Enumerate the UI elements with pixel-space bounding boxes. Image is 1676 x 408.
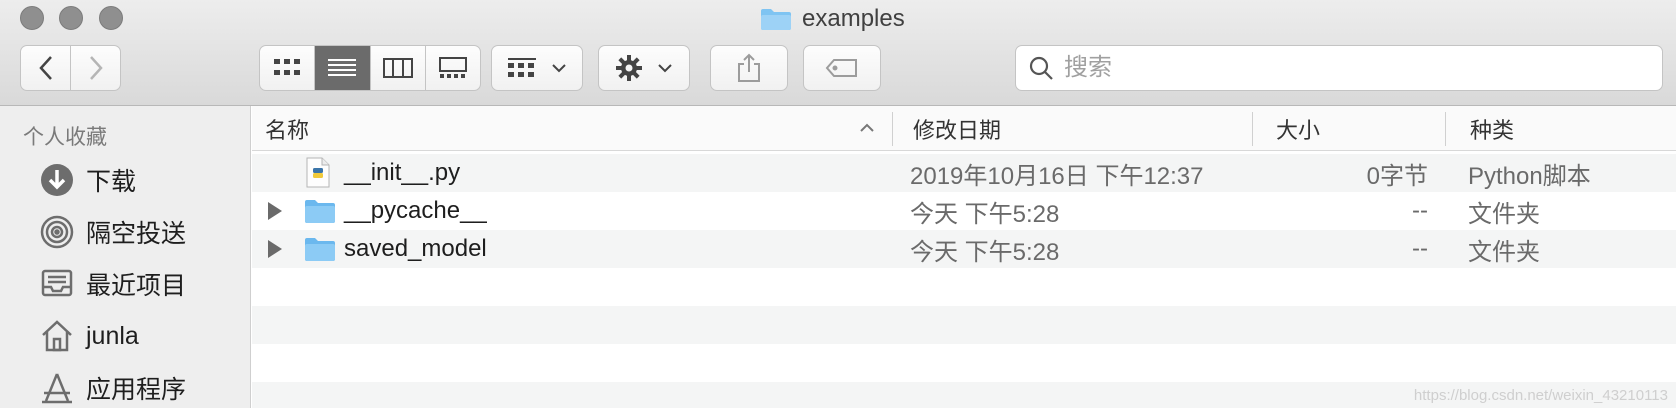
column-header-modified[interactable]: 修改日期: [913, 106, 1001, 151]
file-row[interactable]: __init__.py 2019年10月16日 下午12:37 0字节 Pyth…: [252, 154, 1676, 192]
sidebar-item-downloads[interactable]: 下载: [38, 158, 248, 202]
disclosure-triangle-icon[interactable]: [268, 202, 282, 220]
column-header-kind-label: 种类: [1470, 117, 1515, 143]
chevron-right-icon: [89, 56, 103, 80]
window-title: examples: [760, 4, 905, 34]
toolbar: examples: [0, 0, 1676, 106]
file-modified: 今天 下午5:28: [910, 200, 1060, 228]
disclosure-triangle-icon[interactable]: [268, 240, 282, 258]
python-file-icon: [306, 157, 330, 188]
file-name: saved_model: [344, 235, 487, 262]
sidebar-item-applications[interactable]: 应用程序: [38, 366, 248, 408]
chevron-down-icon: [658, 64, 672, 73]
folder-icon: [305, 238, 335, 261]
applications-icon: [38, 369, 76, 407]
empty-row: [252, 344, 1676, 382]
column-header-row: 名称 修改日期 大小 种类: [252, 106, 1676, 151]
file-size: --: [1412, 197, 1428, 224]
minimize-window-button[interactable]: [59, 6, 83, 30]
file-kind: 文件夹: [1468, 200, 1540, 228]
chevron-left-icon: [38, 56, 52, 80]
window-title-text: examples: [802, 5, 905, 32]
column-header-name-label: 名称: [265, 117, 310, 143]
gear-icon: [616, 55, 642, 81]
file-list: 名称 修改日期 大小 种类 __init__.py 2019年10月16日 下午…: [252, 106, 1676, 408]
search-field[interactable]: [1015, 45, 1663, 91]
sidebar-item-recents[interactable]: 最近项目: [38, 262, 248, 306]
list-icon: [328, 59, 357, 76]
gallery-view-button[interactable]: [426, 46, 480, 90]
column-header-name[interactable]: 名称: [265, 106, 309, 151]
tags-button[interactable]: [803, 45, 881, 91]
view-mode-control: [259, 45, 481, 91]
search-input[interactable]: [1064, 54, 1624, 82]
action-button[interactable]: [598, 45, 690, 91]
sidebar-heading-favorites: 个人收藏: [23, 126, 107, 149]
file-kind: Python脚本: [1468, 162, 1591, 190]
file-name: __pycache__: [344, 197, 487, 224]
file-modified: 今天 下午5:28: [910, 238, 1060, 266]
file-name: __init__.py: [344, 159, 461, 186]
group-icon: [508, 58, 536, 77]
zoom-window-button[interactable]: [99, 6, 123, 30]
download-icon: [38, 161, 76, 199]
finder-window: examples 搜索 个人收藏 下载 隔空投送 最近项目 junla 应用程序…: [0, 0, 1676, 408]
column-divider[interactable]: [892, 112, 893, 146]
empty-row: [252, 268, 1676, 306]
file-modified: 2019年10月16日 下午12:37: [910, 162, 1204, 190]
column-divider[interactable]: [1252, 112, 1253, 146]
sidebar-item-label: junla: [86, 321, 139, 350]
folder-icon: [761, 9, 791, 30]
home-icon: [38, 317, 76, 355]
tag-icon: [825, 59, 857, 77]
column-header-size[interactable]: 大小: [1276, 106, 1320, 151]
sidebar: 个人收藏 下载 隔空投送 最近项目 junla 应用程序: [0, 106, 251, 408]
sidebar-item-airdrop[interactable]: 隔空投送: [38, 210, 248, 254]
chevron-down-icon: [552, 64, 566, 73]
sort-ascending-icon: [860, 123, 874, 132]
column-view-button[interactable]: [371, 46, 426, 90]
forward-button[interactable]: [70, 45, 121, 91]
gallery-icon: [438, 57, 467, 78]
share-icon: [738, 53, 760, 82]
column-header-size-label: 大小: [1276, 117, 1321, 143]
file-row[interactable]: saved_model 今天 下午5:28 -- 文件夹: [252, 230, 1676, 268]
sidebar-item-label: 下载: [86, 168, 137, 196]
file-row[interactable]: __pycache__ 今天 下午5:28 -- 文件夹: [252, 192, 1676, 230]
column-header-kind[interactable]: 种类: [1470, 106, 1514, 151]
file-kind: 文件夹: [1468, 238, 1540, 266]
icon-view-button[interactable]: [260, 46, 316, 90]
sidebar-item-label: 最近项目: [86, 272, 187, 300]
watermark-text: https://blog.csdn.net/weixin_43210113: [1413, 387, 1668, 404]
share-button[interactable]: [710, 45, 788, 91]
column-divider[interactable]: [1445, 112, 1446, 146]
empty-row: [252, 306, 1676, 344]
group-by-button[interactable]: [491, 45, 583, 91]
file-size: --: [1412, 235, 1428, 262]
sidebar-item-label: 应用程序: [86, 376, 187, 404]
recents-icon: [38, 265, 76, 303]
folder-icon: [305, 200, 335, 223]
back-button[interactable]: [20, 45, 71, 91]
sidebar-item-label: 隔空投送: [86, 220, 187, 248]
airdrop-icon: [38, 213, 76, 251]
search-icon: [1029, 56, 1053, 80]
file-size: 0字节: [1366, 162, 1428, 190]
list-view-button[interactable]: [315, 46, 371, 90]
columns-icon: [382, 58, 413, 78]
grid-icon: [274, 59, 301, 75]
close-window-button[interactable]: [20, 6, 44, 30]
column-header-modified-label: 修改日期: [913, 117, 1002, 143]
sidebar-item-home[interactable]: junla: [38, 314, 248, 358]
